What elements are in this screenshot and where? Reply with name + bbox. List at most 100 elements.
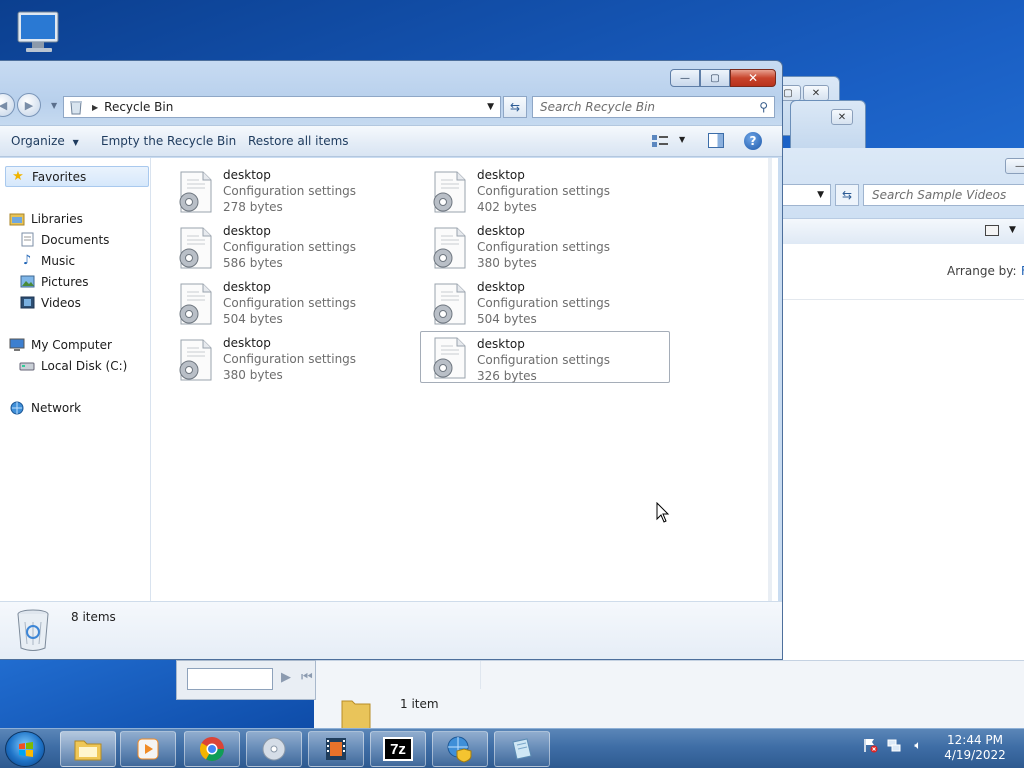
taskbar-7zip-button[interactable]: 7z — [370, 731, 426, 767]
organize-dropdown-icon: ▼ — [72, 138, 79, 147]
sidebar-item-music[interactable]: ♪ Music — [19, 250, 75, 271]
organize-button[interactable]: Organize ▼ — [11, 134, 79, 148]
window-controls: — ▢ ✕ — [670, 69, 776, 87]
help-icon[interactable]: ? — [744, 132, 762, 150]
file-size: 504 bytes — [223, 312, 283, 326]
search-placeholder: Search Recycle Bin — [540, 100, 656, 114]
sidebar-label-pictures: Pictures — [41, 274, 89, 289]
file-tile[interactable]: desktop Configuration settings 504 bytes — [167, 278, 417, 330]
clock-time: 12:44 PM — [947, 733, 1003, 747]
file-type: Configuration settings — [223, 184, 357, 198]
sidebar-item-pictures[interactable]: Pictures — [19, 271, 89, 292]
window-right-border — [768, 158, 772, 601]
address-dropdown-icon[interactable]: ▼ — [487, 102, 494, 112]
sidebar-item-libraries[interactable]: Libraries — [9, 208, 83, 229]
recycle-bin-icon — [17, 609, 49, 651]
empty-recycle-bin-button[interactable]: Empty the Recycle Bin — [101, 134, 236, 148]
view-dropdown-icon[interactable]: ▼ — [679, 135, 685, 144]
action-center-flag-icon[interactable] — [860, 735, 880, 755]
videos-search-input[interactable]: Search Sample Videos — [863, 184, 1024, 206]
media-player-input[interactable] — [187, 668, 273, 690]
taskbar-movie-maker-button[interactable] — [308, 731, 364, 767]
media-player-controls: ▶ ⏮ — [176, 660, 316, 700]
breadcrumb-separator-icon[interactable]: ▶ — [92, 103, 98, 112]
taskbar-notepad-button[interactable] — [494, 731, 550, 767]
sidebar-item-documents[interactable]: Documents — [19, 229, 109, 250]
views-icon[interactable] — [985, 225, 999, 236]
config-file-icon — [433, 171, 466, 213]
search-icon[interactable]: ⚲ — [759, 100, 768, 114]
bg-close-button-2[interactable]: ✕ — [831, 109, 853, 125]
file-size: 504 bytes — [477, 312, 537, 326]
sidebar-item-local-disk[interactable]: Local Disk (C:) — [19, 355, 127, 376]
bg-close-button[interactable]: ✕ — [803, 85, 829, 101]
videos-refresh-button[interactable]: ⇆ — [835, 184, 859, 206]
file-type: Configuration settings — [477, 240, 611, 254]
sidebar-label-videos: Videos — [41, 295, 81, 310]
search-input[interactable]: Search Recycle Bin ⚲ — [532, 96, 775, 118]
address-bar[interactable]: ▶ Recycle Bin ▼ — [63, 96, 501, 118]
videos-minimize-button[interactable]: — — [1005, 158, 1024, 174]
forward-button[interactable]: ▶ — [17, 93, 41, 117]
recent-pages-dropdown-icon[interactable]: ▼ — [51, 101, 57, 110]
taskbar-media-player-button[interactable] — [120, 731, 176, 767]
taskbar-explorer-button[interactable] — [60, 731, 116, 767]
play-icon[interactable]: ▶ — [281, 670, 291, 685]
security-globe-icon — [447, 736, 472, 763]
config-file-icon — [433, 337, 466, 379]
item-count: 8 items — [71, 610, 116, 624]
sidebar-item-videos[interactable]: Videos — [19, 292, 81, 313]
chrome-icon — [199, 737, 224, 762]
file-name: desktop — [223, 280, 271, 294]
file-type: Configuration settings — [477, 353, 611, 367]
documents-icon — [19, 232, 35, 248]
clock[interactable]: 12:44 PM 4/19/2022 — [940, 733, 1010, 763]
config-file-icon — [179, 227, 212, 269]
file-tile[interactable]: desktop Configuration settings 504 bytes — [421, 278, 671, 330]
change-view-icon[interactable] — [651, 133, 669, 149]
file-name: desktop — [477, 280, 525, 294]
start-button[interactable] — [5, 731, 45, 767]
file-tile[interactable]: desktop Configuration settings 380 bytes — [421, 222, 671, 274]
file-name: desktop — [477, 337, 525, 351]
file-tile[interactable]: desktop Configuration settings 402 bytes — [421, 166, 671, 218]
file-size: 278 bytes — [223, 200, 283, 214]
minimize-button[interactable]: — — [670, 69, 700, 87]
sidebar-item-my-computer[interactable]: My Computer — [9, 334, 112, 355]
preview-pane-icon[interactable] — [708, 133, 724, 148]
taskbar-dvd-button[interactable] — [246, 731, 302, 767]
file-name: desktop — [477, 168, 525, 182]
file-name: desktop — [223, 168, 271, 182]
close-button[interactable]: ✕ — [730, 69, 776, 87]
file-tile[interactable]: desktop Configuration settings 278 bytes — [167, 166, 417, 218]
sidebar-label-music: Music — [41, 253, 76, 268]
sidebar-item-network[interactable]: Network — [9, 397, 81, 418]
recycle-bin-window[interactable]: — ▢ ✕ ◀ ▶ ▼ ▶ Recycle Bin ▼ ⇆ Search Rec… — [0, 60, 783, 660]
network-tray-icon[interactable] — [884, 735, 904, 755]
mouse-cursor-icon — [656, 502, 670, 523]
back-button[interactable]: ◀ — [0, 93, 15, 117]
views-dropdown-icon[interactable]: ▼ — [1009, 225, 1016, 235]
computer-desktop-icon[interactable] — [14, 8, 64, 56]
divider — [480, 661, 481, 689]
navigation-pane: ★ Favorites Libraries Documents ♪ Music … — [0, 158, 151, 601]
volume-icon[interactable]: 🔈︎ — [908, 735, 928, 755]
skip-back-icon[interactable]: ⏮ — [301, 670, 313, 685]
taskbar-chrome-button[interactable] — [184, 731, 240, 767]
taskbar-security-button[interactable] — [432, 731, 488, 767]
file-name: desktop — [223, 224, 271, 238]
file-tile[interactable]: desktop Configuration settings 586 bytes — [167, 222, 417, 274]
file-tile-selected[interactable]: desktop Configuration settings 326 bytes — [420, 331, 670, 383]
media-player-icon — [137, 738, 159, 760]
file-list: desktop Configuration settings 278 bytes… — [151, 158, 778, 601]
file-tile[interactable]: desktop Configuration settings 380 bytes — [167, 334, 417, 386]
file-type: Configuration settings — [223, 352, 357, 366]
background-window-2[interactable]: ✕ — [790, 100, 866, 150]
maximize-button[interactable]: ▢ — [700, 69, 730, 87]
file-size: 402 bytes — [477, 200, 537, 214]
breadcrumb-recycle-bin[interactable]: Recycle Bin — [104, 100, 173, 114]
restore-all-items-button[interactable]: Restore all items — [248, 134, 349, 148]
sidebar-item-favorites[interactable]: ★ Favorites — [5, 166, 149, 187]
refresh-button[interactable]: ⇆ — [503, 96, 527, 118]
sample-videos-window[interactable]: — ▼ ⇆ Search Sample Videos ▼ Arrange by:… — [770, 148, 1024, 738]
